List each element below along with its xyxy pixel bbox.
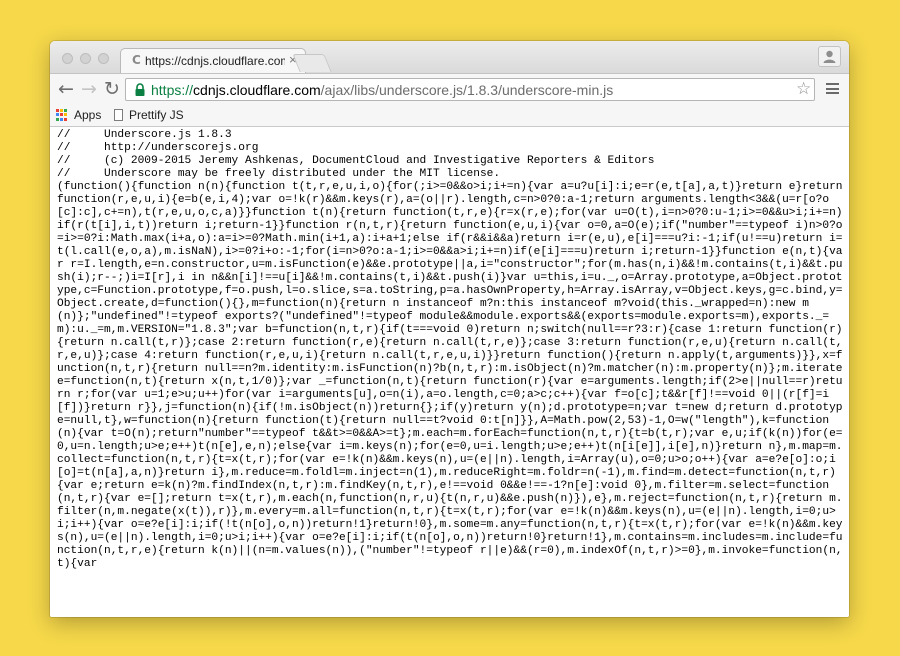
url-scheme: https:// — [151, 82, 194, 98]
reload-icon[interactable]: ↻ — [104, 79, 120, 99]
apps-grid-icon — [56, 109, 68, 121]
bookmark-prettify-label: Prettify JS — [129, 108, 184, 122]
bookmark-apps-label: Apps — [74, 108, 102, 122]
back-arrow-icon[interactable]: ← — [58, 79, 74, 99]
menu-hamburger-icon[interactable] — [826, 83, 839, 94]
lock-icon — [135, 83, 145, 96]
url-text[interactable]: https://cdnjs.cloudflare.com/ajax/libs/u… — [151, 82, 613, 98]
minimize-window-button[interactable] — [80, 53, 91, 64]
new-tab-button[interactable] — [292, 54, 332, 72]
tab-title: https://cdnjs.cloudflare.com — [145, 54, 285, 68]
bookmark-star-icon[interactable]: ☆ — [796, 79, 811, 99]
url-host: cdnjs.cloudflare.com — [193, 82, 321, 98]
active-tab[interactable]: C https://cdnjs.cloudflare.com × — [120, 48, 306, 73]
browser-window: C https://cdnjs.cloudflare.com × ← → ↻ h… — [50, 41, 849, 617]
address-bar[interactable]: https://cdnjs.cloudflare.com/ajax/libs/u… — [125, 78, 815, 101]
close-window-button[interactable] — [62, 53, 73, 64]
tab-favicon-icon: C — [132, 53, 141, 67]
forward-arrow-icon[interactable]: → — [81, 79, 97, 99]
page-icon — [114, 109, 123, 121]
navigation-toolbar: ← → ↻ https://cdnjs.cloudflare.com/ajax/… — [50, 73, 849, 105]
title-bar: C https://cdnjs.cloudflare.com × — [50, 41, 849, 73]
zoom-window-button[interactable] — [98, 53, 109, 64]
bookmarks-bar: Apps Prettify JS — [50, 105, 849, 127]
profile-button[interactable] — [818, 46, 841, 67]
page-content: // Underscore.js 1.8.3 // http://undersc… — [50, 127, 849, 617]
url-path: /ajax/libs/underscore.js/1.8.3/underscor… — [320, 82, 614, 98]
person-icon — [823, 50, 836, 63]
source-code-text: // Underscore.js 1.8.3 // http://undersc… — [57, 129, 843, 570]
